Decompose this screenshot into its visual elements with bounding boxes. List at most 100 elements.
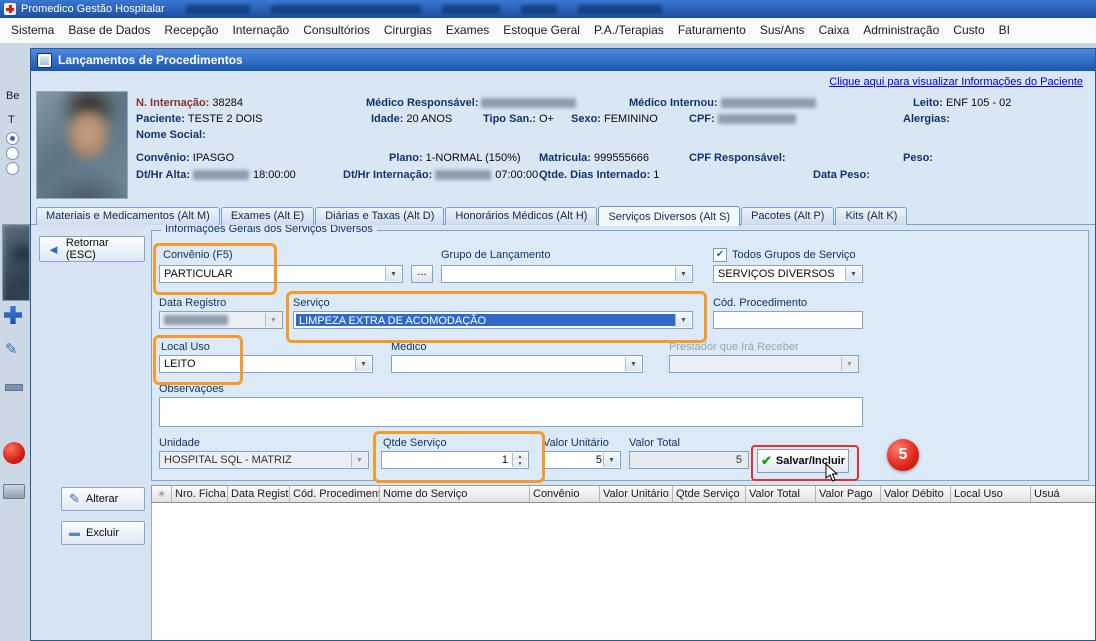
redacted-value [481,98,576,108]
window-icon [37,53,52,68]
chevron-down-icon[interactable]: ▼ [355,357,371,371]
menu-cirurgias[interactable]: Cirurgias [377,18,439,43]
grid-body-empty [151,503,1096,641]
chevron-down-icon[interactable]: ▼ [265,313,281,327]
tab-exames[interactable]: Exames (Alt E) [221,207,314,225]
local-uso-select[interactable]: LEITO ▼ [159,355,373,373]
edit-pencil-icon[interactable]: ✎ [5,340,18,358]
menu-bar: Sistema Base de Dados Recepção Internaçã… [0,18,1096,44]
medico-label: Medico [391,341,426,353]
menu-internacao[interactable]: Internação [225,18,296,43]
tab-servicos-diversos[interactable]: Serviços Diversos (Alt S) [598,206,740,226]
menu-caixa[interactable]: Caixa [812,18,857,43]
medico-select[interactable]: ▼ [391,355,643,373]
add-icon[interactable] [4,306,22,324]
menu-consultorios[interactable]: Consultórios [296,18,377,43]
annotation-step-badge: 5 [887,439,919,471]
grid-corner-icon[interactable]: ✳ [152,486,172,503]
col-cod-procedimento[interactable]: Cód. Procediment [290,486,380,503]
spin-down-icon[interactable]: ▼ [512,460,527,467]
col-valor-total[interactable]: Valor Total [746,486,816,503]
menu-exames[interactable]: Exames [439,18,496,43]
field-tipo-sanguineo: Tipo San.:O+ [483,113,554,125]
chevron-down-icon[interactable]: ▼ [351,453,367,467]
radio-button[interactable] [6,147,19,160]
col-qtde-servico[interactable]: Qtde Serviço [673,486,746,503]
tab-diarias-taxas[interactable]: Diárias e Taxas (Alt D) [315,207,444,225]
field-idade: Idade:20 ANOS [371,113,452,125]
valor-total-label: Valor Total [629,437,680,449]
app-titlebar[interactable]: Promedico Gestão Hospitalar [0,0,1096,18]
field-convenio: Convênio:IPASGO [136,152,234,164]
valor-unitario-field[interactable]: 5 ▼ [543,451,621,469]
menu-recepcao[interactable]: Recepção [157,18,225,43]
menu-administracao[interactable]: Administração [856,18,946,43]
tab-honorarios-medicos[interactable]: Honorários Médicos (Alt H) [445,207,597,225]
cod-procedimento-input[interactable] [713,311,863,329]
green-check-icon: ✔ [761,453,772,469]
qtde-servico-stepper[interactable]: 1 ▲ ▼ [381,451,529,469]
background-thumbnail [2,224,30,301]
edit-pencil-icon: ✎ [69,491,80,507]
unidade-label: Unidade [159,437,200,449]
field-matricula: Matricula:999555666 [539,152,649,164]
field-qtde-dias-internado: Qtde. Dias Internado:1 [539,169,659,181]
col-valor-debito[interactable]: Valor Débito [881,486,951,503]
redacted-value [718,114,796,124]
chevron-down-icon[interactable]: ▼ [675,267,691,281]
patient-info-link[interactable]: Clique aqui para visualizar Informações … [829,76,1083,88]
menu-sistema[interactable]: Sistema [4,18,61,43]
tab-materiais-medicamentos[interactable]: Materiais e Medicamentos (Alt M) [36,207,220,225]
qtde-servico-label: Qtde Serviço [383,437,447,449]
excluir-button[interactable]: ▬ Excluir [61,521,145,545]
printer-icon[interactable] [3,484,25,499]
menu-base-de-dados[interactable]: Base de Dados [61,18,157,43]
chevron-down-icon[interactable]: ▼ [675,313,691,327]
field-sexo: Sexo:FEMININO [571,113,658,125]
grupo-servico-select[interactable]: SERVIÇOS DIVERSOS ▼ [713,265,863,283]
remove-icon[interactable] [5,384,23,391]
col-nome-servico[interactable]: Nome do Serviço [380,486,530,503]
col-nro-ficha[interactable]: Nro. Ficha [172,486,228,503]
todos-grupos-checkbox[interactable]: ✔ Todos Grupos de Serviço [713,248,856,262]
menu-bi[interactable]: BI [992,18,1017,43]
radio-button[interactable] [6,132,19,145]
chevron-down-icon[interactable]: ▼ [625,357,641,371]
chevron-down-icon[interactable]: ▼ [845,267,861,281]
field-peso: Peso: [903,152,936,164]
radio-button[interactable] [6,162,19,175]
col-data-registro[interactable]: Data Regist [228,486,290,503]
convenio-select[interactable]: PARTICULAR ▼ [159,265,403,283]
menu-pa-terapias[interactable]: P.A./Terapias [587,18,671,43]
alterar-button[interactable]: ✎ Alterar [61,487,145,511]
data-registro-label: Data Registro [159,297,226,309]
servico-select[interactable]: LIMPEZA EXTRA DE ACOMODAÇÃO ▼ [293,311,693,329]
valor-unitario-label: Valor Unitário [543,437,609,449]
col-convenio[interactable]: Convênio [530,486,600,503]
prestador-select: ▼ [669,355,859,373]
menu-faturamento[interactable]: Faturamento [671,18,753,43]
tab-kits[interactable]: Kits (Alt K) [835,207,907,225]
observacoes-input[interactable] [159,397,863,427]
col-usuario[interactable]: Usuá [1031,486,1096,503]
chevron-down-icon[interactable]: ▼ [385,267,401,281]
menu-estoque-geral[interactable]: Estoque Geral [496,18,587,43]
chevron-down-icon[interactable]: ▼ [603,453,619,467]
col-valor-unitario[interactable]: Valor Unitário [600,486,673,503]
tab-pacotes[interactable]: Pacotes (Alt P) [741,207,834,225]
checkbox-checked-icon[interactable]: ✔ [713,248,727,262]
alert-red-icon[interactable] [3,442,25,464]
redacted-value [721,98,816,108]
window-titlebar[interactable]: Lançamentos de Procedimentos [31,49,1095,71]
retornar-button[interactable]: ◄ Retornar (ESC) [39,236,145,262]
data-registro-field[interactable]: ▼ [159,311,283,329]
menu-custo[interactable]: Custo [946,18,991,43]
browse-button[interactable]: ... [411,265,433,283]
spin-up-icon[interactable]: ▲ [512,453,527,460]
col-local-uso[interactable]: Local Uso [951,486,1031,503]
col-valor-pago[interactable]: Valor Pago [816,486,881,503]
background-text-fragment: T [8,114,15,126]
grupo-lancamento-select[interactable]: ▼ [441,265,693,283]
unidade-select[interactable]: HOSPITAL SQL - MATRIZ ▼ [159,451,369,469]
menu-sus-ans[interactable]: Sus/Ans [753,18,812,43]
